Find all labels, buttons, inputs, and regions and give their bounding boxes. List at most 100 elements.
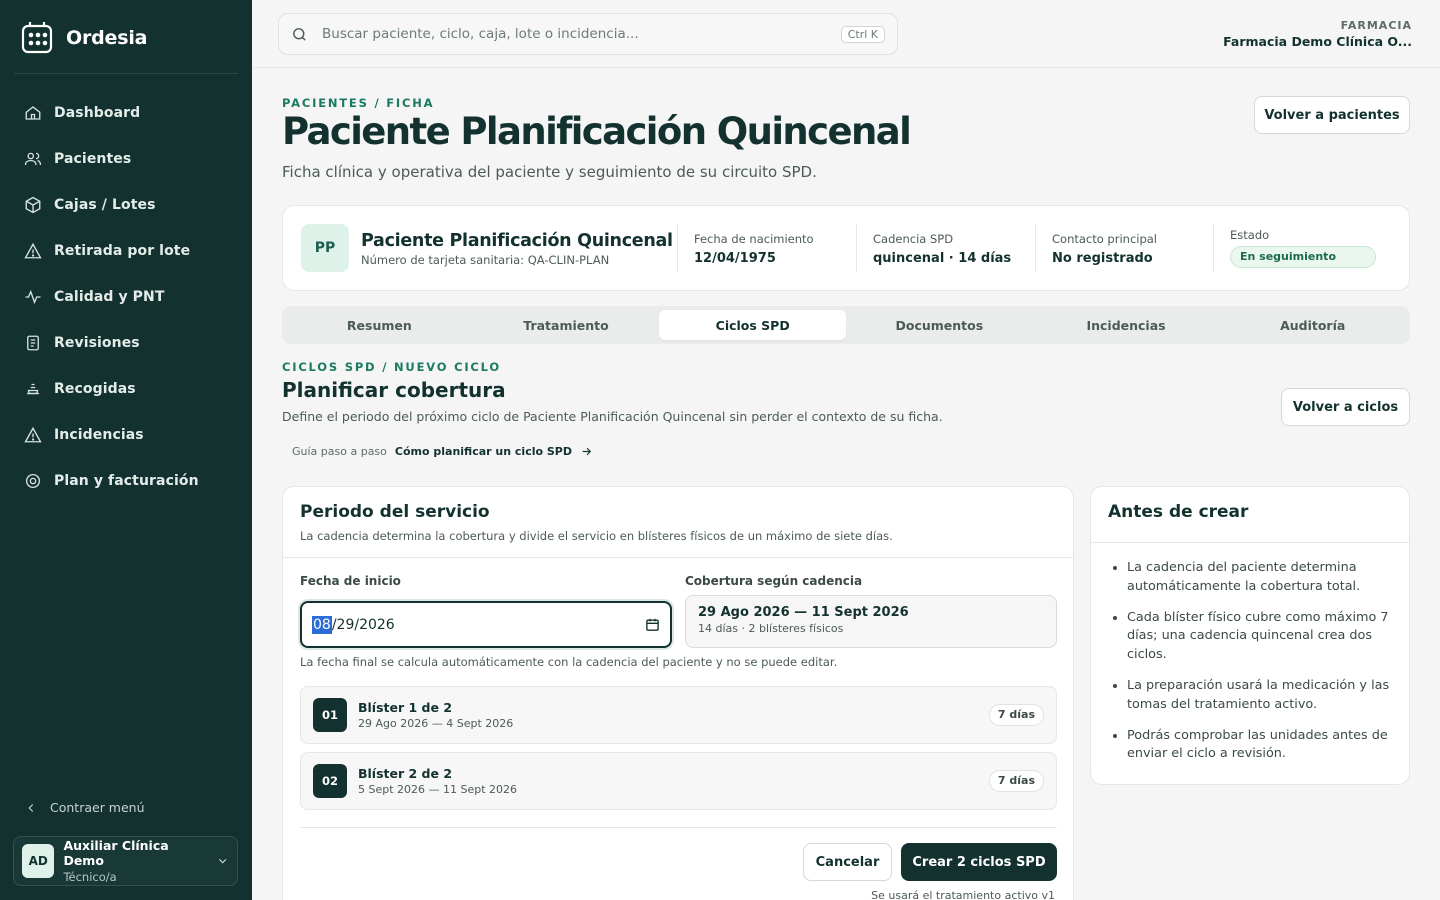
settings-icon: [25, 473, 41, 489]
blister-number: 01: [313, 698, 347, 732]
pickup-icon: [27, 383, 39, 395]
back-to-patients-button[interactable]: Volver a pacientes: [1254, 96, 1410, 134]
patient-card-number: Número de tarjeta sanitaria: QA-CLIN-PLA…: [361, 253, 610, 267]
tab-auditoria[interactable]: Auditoría: [1219, 310, 1406, 340]
user-name: Auxiliar Clínica Demo: [63, 838, 169, 868]
search-shortcut: Ctrl K: [840, 25, 885, 43]
sidebar-nav: Dashboard Pacientes Cajas / Lotes Retira…: [14, 90, 238, 504]
sidebar-divider: [14, 73, 238, 74]
logo-icon: [21, 22, 53, 54]
user-menu[interactable]: AD Auxiliar Clínica Demo Técnico/a: [13, 836, 238, 886]
field-label: Fecha de nacimiento: [694, 232, 814, 246]
start-date-input[interactable]: 08/29/2026: [300, 601, 672, 648]
search-input[interactable]: Buscar paciente, ciclo, caja, lote o inc…: [278, 13, 898, 55]
field-label: Estado: [1230, 228, 1270, 242]
blister-number: 02: [313, 764, 347, 798]
sidebar-item-label: Revisiones: [54, 335, 140, 351]
treatment-footnote: Se usará el tratamiento activo v1: [871, 889, 1055, 900]
brand[interactable]: Ordesia: [20, 21, 147, 55]
status-field: Estado En seguimiento: [1213, 224, 1393, 272]
tab-documentos[interactable]: Documentos: [846, 310, 1033, 340]
sidebar-item-label: Plan y facturación: [54, 473, 199, 489]
search-placeholder: Buscar paciente, ciclo, caja, lote o inc…: [322, 26, 639, 42]
sidebar-item-recogidas[interactable]: Recogidas: [14, 366, 238, 412]
guide-label: Guía paso a paso: [292, 445, 387, 458]
guide-link-row: Guía paso a paso Cómo planificar un cicl…: [292, 445, 593, 458]
chevron-down-icon: [218, 858, 227, 864]
sidebar: Ordesia Dashboard Pacientes Cajas / Lote…: [0, 0, 252, 900]
date-month-segment[interactable]: 08: [312, 615, 332, 634]
blister-title: Blíster 2 de 2: [358, 766, 453, 781]
sidebar-item-retirada-por-lote[interactable]: Retirada por lote: [14, 228, 238, 274]
tab-tratamiento[interactable]: Tratamiento: [473, 310, 660, 340]
box-icon: [25, 196, 41, 214]
cancel-button[interactable]: Cancelar: [803, 843, 892, 881]
field-value: quincenal · 14 días: [873, 251, 1012, 266]
end-date-help: La fecha final se calcula automáticament…: [300, 655, 838, 669]
sidebar-item-calidad-pnt[interactable]: Calidad y PNT: [14, 274, 238, 320]
blister-row: 01 Blíster 1 de 2 29 Ago 2026 — 4 Sept 2…: [300, 686, 1057, 744]
collapse-menu-button[interactable]: Contraer menú: [24, 800, 145, 815]
divider: [300, 827, 1057, 828]
arrow-right-icon[interactable]: [580, 445, 593, 458]
sidebar-item-cajas-lotes[interactable]: Cajas / Lotes: [14, 182, 238, 228]
guide-link[interactable]: Cómo planificar un ciclo SPD: [395, 445, 572, 458]
sidebar-item-label: Calidad y PNT: [54, 289, 165, 305]
list-item: La cadencia del paciente determina autom…: [1127, 559, 1393, 597]
page-title: Paciente Planificación Quincenal: [282, 110, 912, 153]
sidebar-item-incidencias[interactable]: Incidencias: [14, 412, 238, 458]
field-value: No registrado: [1052, 251, 1153, 266]
blister-row: 02 Blíster 2 de 2 5 Sept 2026 — 11 Sept …: [300, 752, 1057, 810]
blister-days-badge: 7 días: [988, 704, 1044, 726]
status-badge: En seguimiento: [1230, 246, 1376, 268]
create-cycles-button[interactable]: Crear 2 ciclos SPD: [901, 843, 1057, 881]
sidebar-item-dashboard[interactable]: Dashboard: [14, 90, 238, 136]
sidebar-item-plan-facturacion[interactable]: Plan y facturación: [14, 458, 238, 504]
blister-days-badge: 7 días: [988, 770, 1044, 792]
calendar-icon[interactable]: [645, 617, 660, 632]
top-bar: Buscar paciente, ciclo, caja, lote o inc…: [252, 0, 1440, 68]
page-subtitle: Ficha clínica y operativa del paciente y…: [282, 163, 817, 181]
clipboard-icon: [27, 335, 39, 351]
tab-ciclos-spd[interactable]: Ciclos SPD: [659, 310, 847, 340]
patient-avatar: PP: [301, 224, 349, 272]
date-rest-segment[interactable]: /29/2026: [332, 617, 395, 633]
tab-resumen[interactable]: Resumen: [286, 310, 473, 340]
sidebar-item-label: Retirada por lote: [54, 243, 191, 259]
section-title: Planificar cobertura: [282, 378, 506, 402]
card-subtitle: La cadencia determina la cobertura y div…: [300, 529, 893, 543]
back-to-cycles-button[interactable]: Volver a ciclos: [1281, 388, 1410, 426]
contact-field: Contacto principal No registrado: [1035, 224, 1213, 272]
coverage-range: 29 Ago 2026 — 11 Sept 2026: [698, 605, 909, 620]
tab-incidencias[interactable]: Incidencias: [1033, 310, 1220, 340]
patient-summary-card: PP Paciente Planificación Quincenal Núme…: [282, 205, 1410, 291]
alert-triangle-icon: [24, 242, 42, 259]
sidebar-item-pacientes[interactable]: Pacientes: [14, 136, 238, 182]
card-header: Periodo del servicio La cadencia determi…: [283, 487, 1073, 558]
home-icon: [25, 106, 41, 120]
sidebar-item-label: Recogidas: [54, 381, 136, 397]
list-item: La preparación usará la medicación y las…: [1127, 677, 1393, 715]
users-icon: [24, 152, 42, 166]
sidebar-item-label: Pacientes: [54, 151, 132, 167]
cadence-field: Cadencia SPD quincenal · 14 días: [856, 224, 1036, 272]
field-label: Cadencia SPD: [873, 232, 954, 246]
birth-date-field: Fecha de nacimiento 12/04/1975: [677, 224, 857, 272]
pharmacy-selector[interactable]: FARMACIA Farmacia Demo Clínica O...: [1223, 19, 1412, 49]
sidebar-item-revisiones[interactable]: Revisiones: [14, 320, 238, 366]
tips-list: La cadencia del paciente determina autom…: [1091, 543, 1409, 764]
avatar: AD: [22, 844, 55, 878]
coverage-detail: 14 días · 2 blísteres físicos: [698, 622, 844, 635]
pharmacy-name: Farmacia Demo Clínica O...: [1223, 34, 1412, 49]
user-info: Auxiliar Clínica Demo Técnico/a: [63, 838, 206, 884]
service-period-card: Periodo del servicio La cadencia determi…: [282, 486, 1074, 900]
sidebar-item-label: Cajas / Lotes: [54, 197, 156, 213]
card-title: Antes de crear: [1091, 487, 1409, 543]
blister-dates: 29 Ago 2026 — 4 Sept 2026: [358, 717, 514, 730]
pharmacy-label: FARMACIA: [1340, 19, 1412, 32]
patient-name: Paciente Planificación Quincenal: [361, 231, 673, 251]
activity-icon: [25, 289, 41, 305]
start-date-label: Fecha de inicio: [300, 574, 401, 588]
brand-name: Ordesia: [66, 27, 148, 49]
section-breadcrumb: CICLOS SPD / NUEVO CICLO: [282, 360, 501, 374]
